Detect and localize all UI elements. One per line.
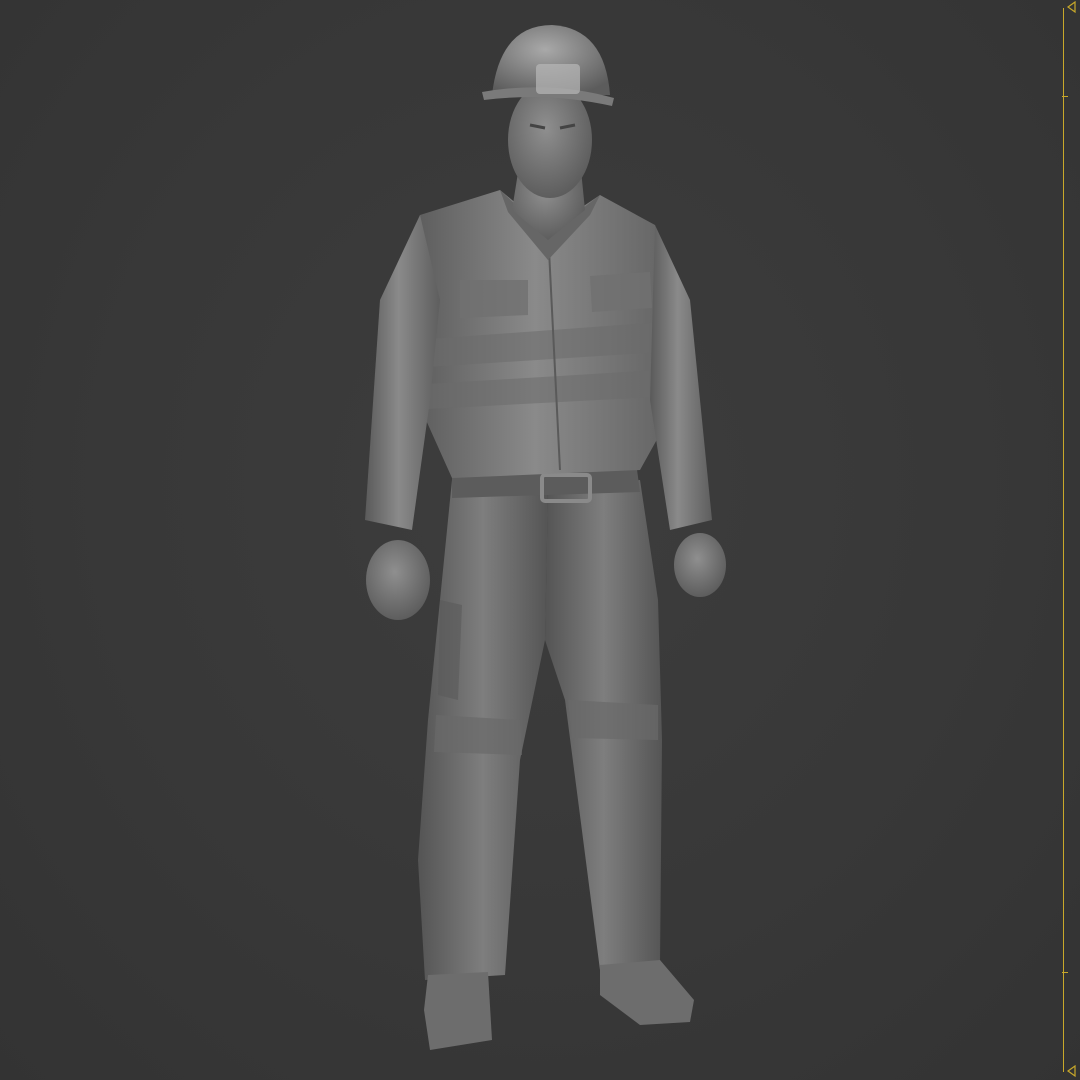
frame-tick: [1062, 96, 1068, 97]
frame-guide-line: [1063, 8, 1064, 1072]
left-arm: [365, 215, 440, 530]
hard-hat: [482, 25, 614, 106]
frame-marker-top-icon[interactable]: [1066, 0, 1076, 14]
right-arm: [650, 225, 712, 530]
sculpted-worker-model[interactable]: [0, 0, 1080, 1080]
right-fist: [674, 533, 726, 597]
trousers: [418, 480, 662, 980]
right-boot: [600, 960, 694, 1025]
frame-marker-bottom-icon[interactable]: [1066, 1064, 1076, 1078]
frame-tick: [1062, 972, 1068, 973]
left-boot: [424, 972, 492, 1050]
3d-viewport[interactable]: [0, 0, 1080, 1080]
boots: [424, 960, 694, 1050]
left-fist: [366, 540, 430, 620]
